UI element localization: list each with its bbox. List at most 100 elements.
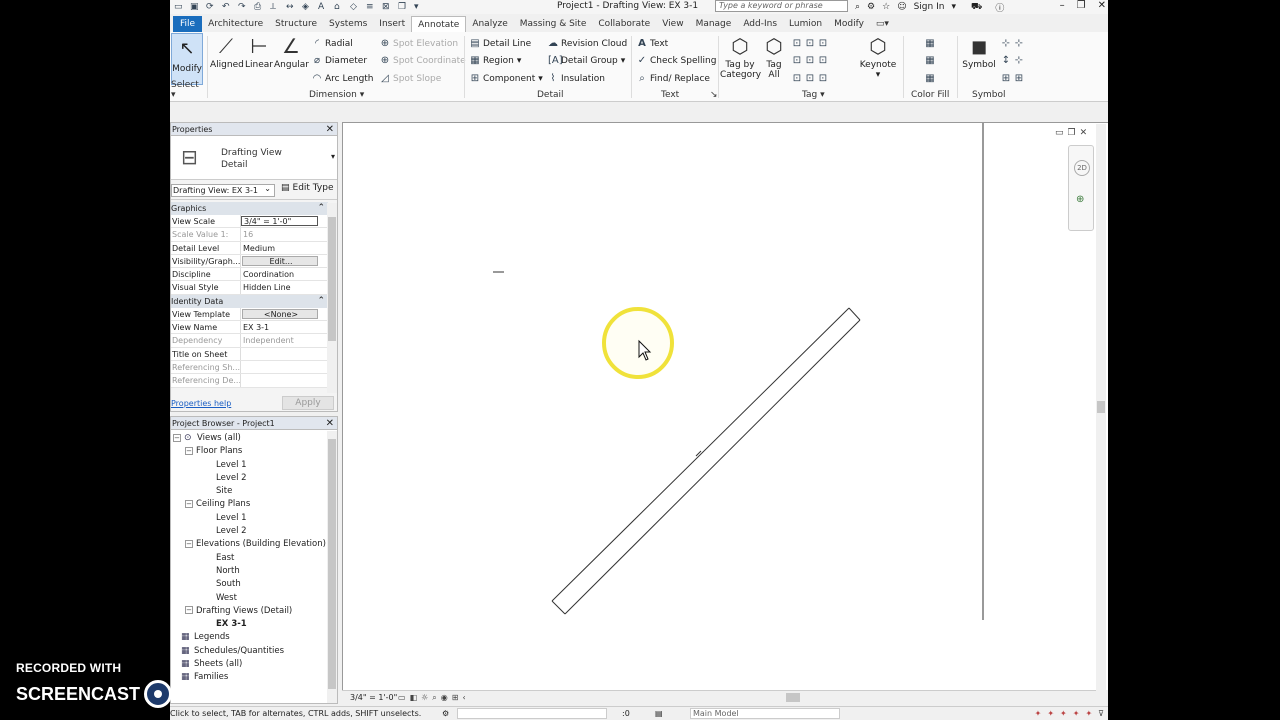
component-button[interactable]: ⊞ Component ▾ bbox=[470, 73, 543, 84]
view-scale-button[interactable]: 3/4" = 1'-0" bbox=[350, 691, 397, 704]
instance-selector[interactable]: Drafting View: EX 3-1 bbox=[171, 183, 275, 197]
properties-scrollbar[interactable] bbox=[327, 203, 337, 393]
crop-view-icon[interactable]: ⌕ bbox=[432, 691, 436, 704]
scroll-left-icon[interactable]: ‹ bbox=[462, 691, 465, 704]
cart-icon[interactable]: ⛟ bbox=[971, 2, 982, 13]
find-replace-button[interactable]: ⌕ Find/ Replace bbox=[637, 73, 710, 84]
binoculars-icon[interactable]: ⌕ bbox=[855, 2, 860, 12]
tab-collaborate[interactable]: Collaborate bbox=[592, 16, 656, 32]
browser-scrollbar[interactable] bbox=[327, 431, 337, 703]
region-button[interactable]: ▦ Region ▾ bbox=[470, 55, 521, 66]
aligned-dimension-button[interactable]: ⟋ Aligned bbox=[210, 34, 244, 70]
text-dialog-launcher-icon[interactable]: ↘ bbox=[710, 90, 718, 100]
diagonal-line-left[interactable] bbox=[551, 307, 850, 602]
tree-item-east[interactable]: East bbox=[171, 552, 327, 565]
span-direction-button[interactable]: ⊹ ⊹ bbox=[1001, 38, 1024, 49]
radial-dimension-button[interactable]: ◜ Radial bbox=[312, 38, 353, 49]
angular-dimension-button[interactable]: ∠ Angular bbox=[274, 34, 309, 70]
arc-length-dimension-button[interactable]: ◠ Arc Length bbox=[312, 73, 374, 84]
tree-item-ceiling-plans[interactable]: − Ceiling Plans bbox=[171, 498, 327, 511]
color-fill-legend-button[interactable]: ▦ bbox=[925, 38, 935, 49]
measure-icon[interactable]: ⟂ bbox=[270, 2, 280, 12]
redo-icon[interactable]: ↷ bbox=[238, 2, 248, 12]
tree-item-south[interactable]: South bbox=[171, 578, 327, 591]
stair-path-button[interactable]: ↕ ⊹ bbox=[1001, 55, 1024, 66]
help-icon[interactable]: ⓘ bbox=[995, 1, 1004, 14]
insulation-button[interactable]: ⌇ Insulation bbox=[548, 73, 605, 84]
tree-item-floor-level-2[interactable]: Level 2 bbox=[171, 472, 327, 485]
tree-item-ex-3-1[interactable]: EX 3-1 bbox=[171, 618, 327, 631]
tree-item-sheets[interactable]: ▦ Sheets (all) bbox=[171, 658, 327, 671]
chevron-down-icon[interactable]: ▾ bbox=[331, 152, 335, 161]
sun-path-icon[interactable]: ☼ bbox=[421, 691, 428, 704]
tab-view[interactable]: View bbox=[656, 16, 689, 32]
scroll-thumb[interactable] bbox=[328, 217, 336, 341]
spot-slope-button[interactable]: ◿ Spot Slope bbox=[380, 73, 441, 84]
sync-icon[interactable]: ⟳ bbox=[206, 2, 216, 12]
detail-level-icon[interactable]: ▭ bbox=[398, 691, 406, 704]
drawing-area[interactable] bbox=[342, 122, 1108, 690]
text-icon[interactable]: A bbox=[318, 2, 328, 12]
prop-row-view-template[interactable]: View Template <None> bbox=[171, 307, 328, 322]
spot-elevation-button[interactable]: ⊕ Spot Elevation bbox=[380, 38, 458, 49]
tab-annotate[interactable]: Annotate bbox=[411, 16, 467, 32]
3d-icon[interactable]: ⌂ bbox=[334, 2, 344, 12]
revision-cloud-button[interactable]: ☁ Revision Cloud bbox=[548, 38, 627, 49]
prop-row-view-scale[interactable]: View Scale 3/4" = 1'-0" bbox=[171, 215, 328, 229]
tag-by-category-button[interactable]: ⬡ Tag by Category bbox=[720, 34, 761, 80]
save-icon[interactable]: ▣ bbox=[190, 2, 200, 12]
tab-architecture[interactable]: Architecture bbox=[202, 16, 269, 32]
text-button[interactable]: A Text bbox=[637, 38, 668, 49]
thin-lines-icon[interactable]: ≡ bbox=[366, 2, 376, 12]
check-spelling-button[interactable]: ✓ Check Spelling bbox=[637, 55, 717, 66]
tree-item-floor-plans[interactable]: − Floor Plans bbox=[171, 445, 327, 458]
apply-button[interactable]: Apply bbox=[282, 396, 334, 410]
design-option-combo[interactable]: Main Model bbox=[690, 708, 840, 719]
subscription-icon[interactable]: ⚙ bbox=[867, 2, 875, 12]
diagonal-detail-element[interactable] bbox=[551, 307, 861, 615]
canvas-vertical-scrollbar[interactable] bbox=[1096, 124, 1106, 690]
scroll-thumb[interactable] bbox=[1097, 401, 1105, 413]
select-links-icon[interactable]: ✦ bbox=[1035, 707, 1042, 720]
type-selector[interactable]: ⊟ Drafting View Detail ▾ bbox=[171, 136, 337, 180]
tag-icon[interactable]: ◈ bbox=[302, 2, 312, 12]
prop-row-visual-style[interactable]: Visual Style Hidden Line bbox=[171, 281, 328, 295]
visual-style-icon[interactable]: ◧ bbox=[410, 691, 418, 704]
minimize-view-icon[interactable]: ▭ bbox=[1055, 128, 1064, 138]
help-search-input[interactable]: Type a keyword or phrase bbox=[715, 0, 848, 12]
spot-coordinate-button[interactable]: ⊕ Spot Coordinate bbox=[380, 55, 466, 66]
prop-row-discipline[interactable]: Discipline Coordination bbox=[171, 268, 328, 282]
keynote-button[interactable]: ⬡ Keynote ▾ bbox=[858, 34, 898, 80]
fabric-symbol-button[interactable]: ⊞ ⊞ bbox=[1001, 73, 1024, 84]
tag-tools-row-3[interactable]: ⊡ ⊡ ⊡ bbox=[792, 73, 828, 84]
close-icon[interactable]: ✕ bbox=[326, 417, 334, 430]
user-icon[interactable]: ☺ bbox=[897, 2, 906, 12]
tab-massing-site[interactable]: Massing & Site bbox=[514, 16, 593, 32]
tag-panel-label[interactable]: Tag ▾ bbox=[802, 90, 825, 100]
workset-icon[interactable]: ⚙ bbox=[442, 707, 449, 720]
chevron-down-icon[interactable]: ▾ bbox=[951, 2, 956, 12]
tree-item-legends[interactable]: ▦ Legends bbox=[171, 631, 327, 644]
edit-type-button[interactable]: ▤ Edit Type bbox=[281, 183, 333, 193]
select-panel-label[interactable]: Select ▾ bbox=[171, 80, 206, 100]
sign-in-button[interactable]: Sign In bbox=[914, 2, 945, 12]
tree-item-schedules[interactable]: ▦ Schedules/Quantities bbox=[171, 645, 327, 658]
modify-button[interactable]: ↖ Modify bbox=[171, 33, 203, 85]
tag-tools-row-2[interactable]: ⊡ ⊡ ⊡ bbox=[792, 55, 828, 66]
tree-item-ceiling-level-1[interactable]: Level 1 bbox=[171, 512, 327, 525]
open-icon[interactable]: ▭ bbox=[174, 2, 184, 12]
tree-item-site[interactable]: Site bbox=[171, 485, 327, 498]
tree-item-floor-level-1[interactable]: Level 1 bbox=[171, 459, 327, 472]
restore-icon[interactable]: ❐ bbox=[1077, 0, 1086, 11]
prop-row-detail-level[interactable]: Detail Level Medium bbox=[171, 241, 328, 255]
tab-modify[interactable]: Modify bbox=[828, 16, 870, 32]
dimension-icon[interactable]: ↔ bbox=[286, 2, 296, 12]
scroll-thumb[interactable] bbox=[328, 439, 336, 689]
tree-item-north[interactable]: North bbox=[171, 565, 327, 578]
restore-view-icon[interactable]: ❐ bbox=[1068, 128, 1076, 138]
close-icon[interactable]: ✕ bbox=[1098, 0, 1106, 11]
close-view-icon[interactable]: ✕ bbox=[1080, 128, 1088, 138]
detail-line-button[interactable]: ▤ Detail Line bbox=[470, 38, 531, 49]
diameter-dimension-button[interactable]: ⌀ Diameter bbox=[312, 55, 367, 66]
tree-item-views-all[interactable]: − ⊙ Views (all) bbox=[171, 432, 327, 445]
